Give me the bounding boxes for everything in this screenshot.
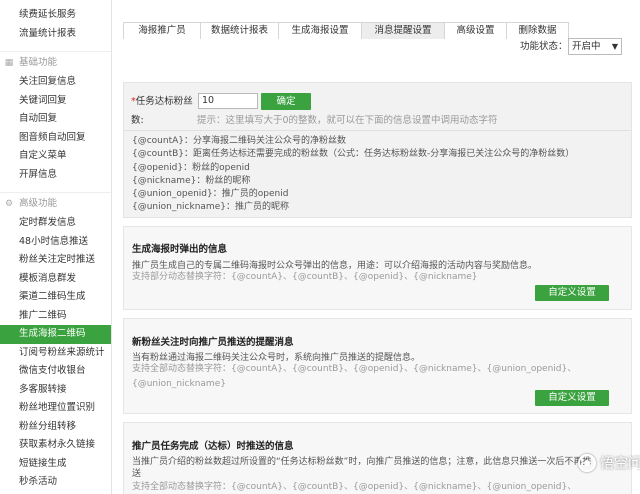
- threshold-input[interactable]: 10: [198, 93, 258, 109]
- sidebar-item-fan-source-stats[interactable]: 订阅号粉丝来源统计: [0, 344, 111, 363]
- sidebar-item-poster-qr[interactable]: 生成海报二维码: [0, 325, 111, 344]
- settings-icon: ⚙: [4, 199, 14, 209]
- divider: [124, 130, 631, 131]
- sidebar-item-channel-qr[interactable]: 渠道二维码生成: [0, 288, 111, 307]
- threshold-label-text: 任务达标粉丝: [135, 96, 193, 107]
- sidebar-item-permanent-link[interactable]: 获取素材永久链接: [0, 436, 111, 455]
- tab-poster-promoters[interactable]: 海报推广员: [123, 22, 201, 39]
- sidebar-item-short-link[interactable]: 短链接生成: [0, 455, 111, 474]
- sidebar-group-advanced[interactable]: ⚙ 高级功能: [0, 192, 111, 214]
- sidebar-item-splash-info[interactable]: 开屏信息: [0, 166, 111, 185]
- sidebar-group-label: 高级功能: [19, 198, 58, 209]
- sidebar-group-label: 基础功能: [19, 57, 58, 68]
- sidebar-item-traffic-report[interactable]: 流量统计报表: [0, 25, 111, 44]
- custom-settings-button[interactable]: 自定义设置: [535, 390, 609, 406]
- function-status-select[interactable]: 开启中 ▼: [568, 38, 622, 55]
- tab-data-report[interactable]: 数据统计报表: [200, 22, 279, 39]
- panel-description-cont: 送: [132, 469, 142, 479]
- sidebar-item-48h-push[interactable]: 48小时信息推送: [0, 233, 111, 252]
- threshold-config-panel: *任务达标粉丝 10 确定 数: 提示：这里填写大于0的整数，就可以在下面的信息…: [123, 82, 632, 218]
- panel-support-text: 支持全部动态替换字符：{@countA}、{@countB}、{@openid}…: [132, 482, 577, 492]
- sidebar-item-flash-sale[interactable]: 秒杀活动: [0, 473, 111, 492]
- custom-settings-button[interactable]: 自定义设置: [535, 285, 609, 301]
- chevron-down-icon: ▼: [611, 42, 618, 51]
- panel-support-text: {@union_nickname}: [132, 379, 226, 389]
- variable-item: {@countA}：分享海报二维码关注公众号的净粉丝数: [132, 136, 347, 146]
- variable-item: {@union_openid}：推广员的openid: [132, 189, 289, 200]
- function-status-label: 功能状态：: [520, 41, 568, 52]
- panel-title: 新粉丝关注时向推广员推送的提醒消息: [132, 337, 294, 348]
- grid-icon: ▦: [4, 58, 14, 68]
- panel-support-text: 支持部分动态替换字符：{@countA}、{@countB}、{@openid}…: [132, 272, 478, 282]
- sidebar-item-follow-reply[interactable]: 关注回复信息: [0, 73, 111, 92]
- function-status-value: 开启中: [572, 41, 601, 52]
- wukong-logo-icon: [578, 454, 596, 472]
- main-content: 海报推广员 数据统计报表 生成海报设置 消息提醒设置 高级设置 删除数据 功能状…: [112, 0, 640, 494]
- sidebar-item-template-broadcast[interactable]: 模板消息群发: [0, 270, 111, 289]
- threshold-hint-row: 数: 提示：这里填写大于0的整数，就可以在下面的信息设置中调用动态字符: [131, 114, 498, 128]
- panel-description: 当推广员介绍的粉丝数超过所设置的“任务达标粉丝数”时，向推广员推送的信息；注意，…: [132, 457, 592, 467]
- sidebar-group-basic[interactable]: ▦ 基础功能: [0, 51, 111, 73]
- sidebar-item-group-transfer[interactable]: 粉丝分组转移: [0, 418, 111, 437]
- panel-support-text: 支持全部动态替换字符：{@countA}、{@countB}、{@openid}…: [132, 364, 577, 374]
- sidebar-item-media-auto-reply[interactable]: 图音频自动回复: [0, 129, 111, 148]
- confirm-button[interactable]: 确定: [261, 93, 311, 110]
- variable-item: {@openid}：粉丝的openid: [132, 162, 250, 173]
- sidebar-item-wechat-pay[interactable]: 微信支付收银台: [0, 362, 111, 381]
- tab-bar: 海报推广员 数据统计报表 生成海报设置 消息提醒设置 高级设置 删除数据: [123, 22, 569, 39]
- variable-item: {@countB}：距离任务达标还需要完成的粉丝数（公式：任务达标粉丝数-分享海…: [132, 149, 575, 160]
- new-follower-message-panel: 新粉丝关注时向推广员推送的提醒消息 当有粉丝通过海报二维码关注公众号时，系统向推…: [123, 318, 632, 414]
- panel-title: 生成海报时弹出的信息: [132, 244, 228, 255]
- sidebar-item-keyword-reply[interactable]: 关键词回复: [0, 92, 111, 111]
- sidebar: 续费延长服务 流量统计报表 ▦ 基础功能 关注回复信息 关键词回复 自动回复 图音…: [0, 0, 112, 494]
- sidebar-item-promo-qr[interactable]: 推广二维码: [0, 307, 111, 326]
- panel-title: 推广员任务完成（达标）时推送的信息: [132, 441, 294, 452]
- tab-message-reminder[interactable]: 消息提醒设置: [361, 22, 445, 39]
- variable-item: {@nickname}：粉丝的昵称: [132, 175, 251, 186]
- sidebar-item-auto-reply[interactable]: 自动回复: [0, 110, 111, 129]
- threshold-label-cont: 数:: [131, 115, 144, 126]
- task-complete-message-panel: 推广员任务完成（达标）时推送的信息 当推广员介绍的粉丝数超过所设置的“任务达标粉…: [123, 422, 632, 494]
- watermark-text: 悟空问答: [600, 456, 640, 472]
- poster-message-panel: 生成海报时弹出的信息 推广员生成自己的专属二维码海报时公众号弹出的信息，用途：可…: [123, 226, 632, 310]
- watermark: 悟空问答: [578, 452, 640, 474]
- sidebar-item-renewal[interactable]: 续费延长服务: [0, 6, 111, 25]
- variable-item: {@union_nickname}：推广员的昵称: [132, 202, 289, 213]
- sidebar-item-customer-service[interactable]: 多客服转接: [0, 381, 111, 400]
- sidebar-item-follow-scheduled-push[interactable]: 粉丝关注定时推送: [0, 251, 111, 270]
- tab-advanced-settings[interactable]: 高级设置: [444, 22, 507, 39]
- variable-list: {@countA}：分享海报二维码关注公众号的净粉丝数 {@countB}：距离…: [132, 135, 574, 215]
- sidebar-item-geo-location[interactable]: 粉丝地理位置识别: [0, 399, 111, 418]
- sidebar-item-custom-menu[interactable]: 自定义菜单: [0, 147, 111, 166]
- tab-poster-settings[interactable]: 生成海报设置: [278, 22, 362, 39]
- sidebar-item-scheduled-broadcast[interactable]: 定时群发信息: [0, 214, 111, 233]
- threshold-hint: 提示：这里填写大于0的整数，就可以在下面的信息设置中调用动态字符: [197, 115, 498, 126]
- threshold-label: *任务达标粉丝: [131, 94, 193, 110]
- tab-delete-data[interactable]: 删除数据: [506, 22, 569, 39]
